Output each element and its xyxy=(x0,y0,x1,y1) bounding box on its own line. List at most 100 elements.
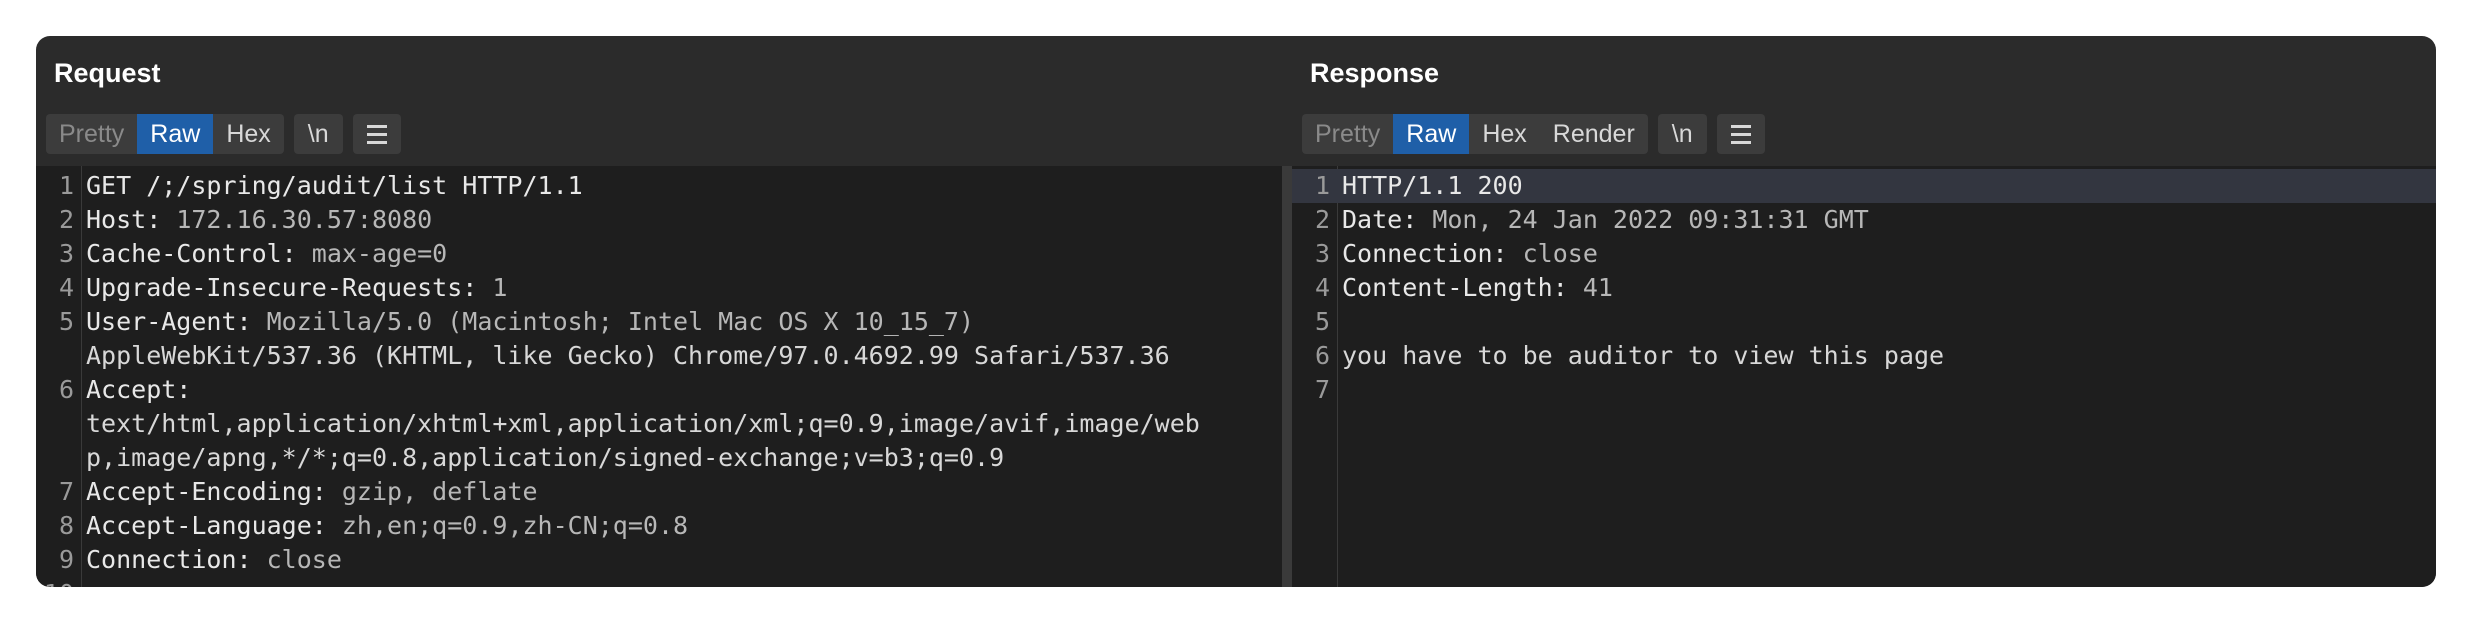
code-line[interactable]: text/html,application/xhtml+xml,applicat… xyxy=(36,407,1282,441)
code-text: GET /;/spring/audit/list HTTP/1.1 xyxy=(86,169,583,203)
line-number: 8 xyxy=(58,511,74,540)
code-line[interactable]: 5 xyxy=(1292,305,2436,339)
line-number: 9 xyxy=(58,545,74,574)
response-newline-toggle[interactable]: \n xyxy=(1657,114,1707,154)
code-line[interactable]: 3 Cache-Control: max-age=0 xyxy=(36,237,1282,271)
header-value: p,image/apng,*/*;q=0.8,application/signe… xyxy=(86,443,1005,472)
code-line[interactable]: 4 Upgrade-Insecure-Requests: 1 xyxy=(36,271,1282,305)
request-editor[interactable]: 1 GET /;/spring/audit/list HTTP/1.1 2 Host:… xyxy=(36,166,1282,587)
header-value: close xyxy=(251,545,342,574)
line-number: 4 xyxy=(58,273,74,302)
header-name: Connection: xyxy=(86,545,252,574)
line-number: 5 xyxy=(58,307,74,336)
header-value: text/html,application/xhtml+xml,applicat… xyxy=(86,409,1200,438)
header-value: zh,en;q=0.9,zh-CN;q=0.8 xyxy=(326,511,689,540)
line-number: 2 xyxy=(1314,205,1330,234)
header-name: Host: xyxy=(86,205,162,234)
request-newline-toggle[interactable]: \n xyxy=(293,114,343,154)
code-text: Upgrade-Insecure-Requests: 1 xyxy=(86,271,507,305)
code-text: HTTP/1.1 200 xyxy=(1342,169,1523,203)
line-number: 1 xyxy=(58,171,74,200)
header-name: Date: xyxy=(1342,205,1418,234)
code-line[interactable]: 5 User-Agent: Mozilla/5.0 (Macintosh; Int… xyxy=(36,305,1282,339)
code-text: p,image/apng,*/*;q=0.8,application/signe… xyxy=(86,441,1004,475)
request-hamburger-menu-icon[interactable] xyxy=(352,114,401,154)
line-number: 7 xyxy=(58,477,74,506)
code-line[interactable]: p,image/apng,*/*;q=0.8,application/signe… xyxy=(36,441,1282,475)
header-value: 41 xyxy=(1567,273,1613,302)
code-text: Content-Length: 41 xyxy=(1342,271,1613,305)
code-text: Date: Mon, 24 Jan 2022 09:31:31 GMT xyxy=(1342,203,1869,237)
code-line[interactable]: 10 xyxy=(36,577,1282,587)
request-title: Request xyxy=(54,58,161,88)
header-value: 1 xyxy=(477,273,508,302)
line-number: 6 xyxy=(1314,341,1330,370)
line-number: 7 xyxy=(1314,375,1330,404)
request-toolbar: Pretty Raw Hex \n xyxy=(46,114,401,154)
header-name: Accept-Language: xyxy=(86,511,327,540)
header-name: User-Agent: xyxy=(86,307,252,336)
response-view-tabs: Pretty Raw Hex Render xyxy=(1302,114,1648,154)
line-number: 2 xyxy=(58,205,74,234)
line-number: 4 xyxy=(1314,273,1330,302)
line-number: 3 xyxy=(58,239,74,268)
request-view-tabs: Pretty Raw Hex xyxy=(46,114,284,154)
line-number: 5 xyxy=(1314,307,1330,336)
code-line[interactable]: 4 Content-Length: 41 xyxy=(1292,271,2436,305)
request-tab-raw[interactable]: Raw xyxy=(137,114,214,154)
code-text: Connection: close xyxy=(86,543,342,577)
header-name: Cache-Control: xyxy=(86,239,297,268)
response-pane: Response Pretty Raw Hex Render \n 1 HTTP/… xyxy=(1292,36,2436,587)
code-line[interactable]: 1 HTTP/1.1 200 xyxy=(1292,169,2436,203)
header-value: max-age=0 xyxy=(296,239,448,268)
header-name: HTTP/1.1 200 xyxy=(1342,171,1523,200)
header-value: close xyxy=(1507,239,1598,268)
header-value: gzip, deflate xyxy=(326,477,538,506)
response-tab-render[interactable]: Render xyxy=(1540,114,1648,154)
line-number: 1 xyxy=(1314,171,1330,200)
code-line[interactable]: 2 Host: 172.16.30.57:8080 xyxy=(36,203,1282,237)
code-line[interactable]: 6 Accept: xyxy=(36,373,1282,407)
code-line[interactable]: 1 GET /;/spring/audit/list HTTP/1.1 xyxy=(36,169,1282,203)
code-text: Cache-Control: max-age=0 xyxy=(86,237,447,271)
request-tab-hex[interactable]: Hex xyxy=(213,114,283,154)
header-value: AppleWebKit/537.36 (KHTML, like Gecko) C… xyxy=(86,341,1170,370)
code-text: Connection: close xyxy=(1342,237,1598,271)
line-number: 6 xyxy=(58,375,74,404)
header-name: Accept-Encoding: xyxy=(86,477,327,506)
code-text: Accept-Encoding: gzip, deflate xyxy=(86,475,538,509)
code-line[interactable]: 3 Connection: close xyxy=(1292,237,2436,271)
code-line[interactable]: 6 you have to be auditor to view this pag… xyxy=(1292,339,2436,373)
response-tab-pretty[interactable]: Pretty xyxy=(1302,114,1393,154)
code-text: AppleWebKit/537.36 (KHTML, like Gecko) C… xyxy=(86,339,1170,373)
response-editor[interactable]: 1 HTTP/1.1 200 2 Date: Mon, 24 Jan 2022 09:… xyxy=(1292,166,2436,587)
request-tab-pretty[interactable]: Pretty xyxy=(46,114,137,154)
code-text: text/html,application/xhtml+xml,applicat… xyxy=(86,407,1200,441)
response-hamburger-menu-icon[interactable] xyxy=(1716,114,1765,154)
code-line[interactable]: 7 xyxy=(1292,373,2436,407)
header-value: Mozilla/5.0 (Macintosh; Intel Mac OS X 1… xyxy=(251,307,975,336)
header-name: Upgrade-Insecure-Requests: xyxy=(86,273,478,302)
code-line[interactable]: 9 Connection: close xyxy=(36,543,1282,577)
pane-splitter[interactable] xyxy=(1282,166,1292,587)
response-title: Response xyxy=(1310,58,1440,88)
header-name: Connection: xyxy=(1342,239,1508,268)
request-pane: Request Pretty Raw Hex \n 1 GET /;/spring… xyxy=(36,36,1282,587)
header-value: you have to be auditor to view this page xyxy=(1342,341,1945,370)
header-name: Accept: xyxy=(86,375,192,404)
code-text: Host: 172.16.30.57:8080 xyxy=(86,203,432,237)
code-line[interactable]: AppleWebKit/537.36 (KHTML, like Gecko) C… xyxy=(36,339,1282,373)
line-number: 3 xyxy=(1314,239,1330,268)
code-line[interactable]: 7 Accept-Encoding: gzip, deflate xyxy=(36,475,1282,509)
code-line[interactable]: 8 Accept-Language: zh,en;q=0.9,zh-CN;q=0.… xyxy=(36,509,1282,543)
code-line[interactable]: 2 Date: Mon, 24 Jan 2022 09:31:31 GMT xyxy=(1292,203,2436,237)
response-tab-raw[interactable]: Raw xyxy=(1393,114,1470,154)
header-name: GET /;/spring/audit/list HTTP/1.1 xyxy=(86,171,583,200)
header-value: Mon, 24 Jan 2022 09:31:31 GMT xyxy=(1417,205,1869,234)
code-text: you have to be auditor to view this page xyxy=(1342,339,1944,373)
code-text: User-Agent: Mozilla/5.0 (Macintosh; Inte… xyxy=(86,305,974,339)
header-value: 172.16.30.57:8080 xyxy=(161,205,433,234)
http-message-viewer: Request Pretty Raw Hex \n 1 GET /;/spring… xyxy=(36,36,2436,587)
code-text: Accept-Language: zh,en;q=0.9,zh-CN;q=0.8 xyxy=(86,509,688,543)
response-tab-hex[interactable]: Hex xyxy=(1469,114,1539,154)
